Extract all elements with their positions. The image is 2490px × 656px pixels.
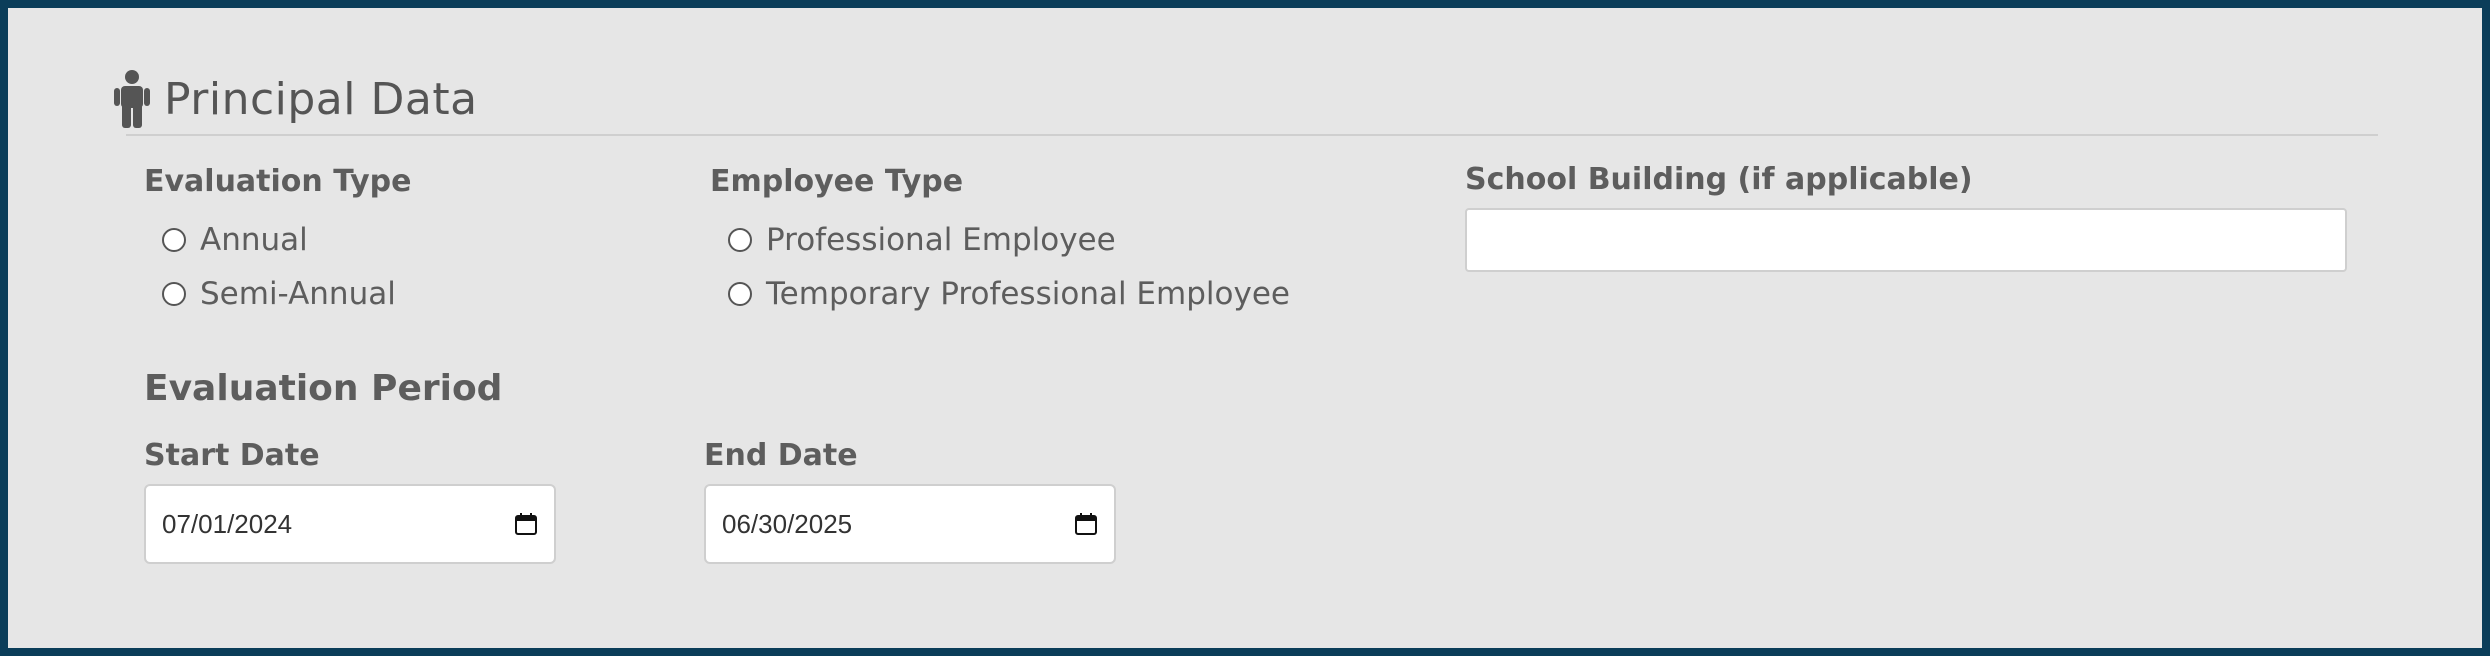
person-icon: [114, 70, 150, 128]
section-title: Principal Data: [164, 73, 478, 125]
school-building-label: School Building (if applicable): [1465, 162, 1973, 197]
evaluation-type-semi-annual-option[interactable]: Semi-Annual: [162, 276, 396, 312]
start-date-label: Start Date: [144, 438, 320, 473]
section-header: Principal Data: [112, 64, 478, 134]
semi-annual-radio[interactable]: [162, 282, 186, 306]
semi-annual-radio-label: Semi-Annual: [200, 276, 396, 312]
evaluation-type-label: Evaluation Type: [144, 164, 412, 199]
evaluation-type-annual-option[interactable]: Annual: [162, 222, 308, 258]
start-date-input[interactable]: 07/01/2024: [144, 484, 556, 564]
end-date-label: End Date: [704, 438, 858, 473]
temporary-professional-employee-radio-label: Temporary Professional Employee: [766, 276, 1290, 312]
evaluation-period-title: Evaluation Period: [144, 368, 503, 409]
start-date-value: 07/01/2024: [162, 508, 293, 539]
annual-radio[interactable]: [162, 228, 186, 252]
end-date-input[interactable]: 06/30/2025: [704, 484, 1116, 564]
end-date-value: 06/30/2025: [722, 508, 853, 539]
principal-data-panel: Principal Data Evaluation Type Annual Se…: [8, 8, 2482, 648]
school-building-input[interactable]: [1465, 208, 2347, 272]
calendar-icon[interactable]: [1074, 512, 1098, 536]
professional-employee-radio[interactable]: [728, 228, 752, 252]
employee-type-label: Employee Type: [710, 164, 964, 199]
section-divider: [126, 134, 2378, 136]
professional-employee-radio-label: Professional Employee: [766, 222, 1116, 258]
annual-radio-label: Annual: [200, 222, 308, 258]
employee-type-professional-option[interactable]: Professional Employee: [728, 222, 1116, 258]
temporary-professional-employee-radio[interactable]: [728, 282, 752, 306]
employee-type-temporary-option[interactable]: Temporary Professional Employee: [728, 276, 1290, 312]
calendar-icon[interactable]: [514, 512, 538, 536]
